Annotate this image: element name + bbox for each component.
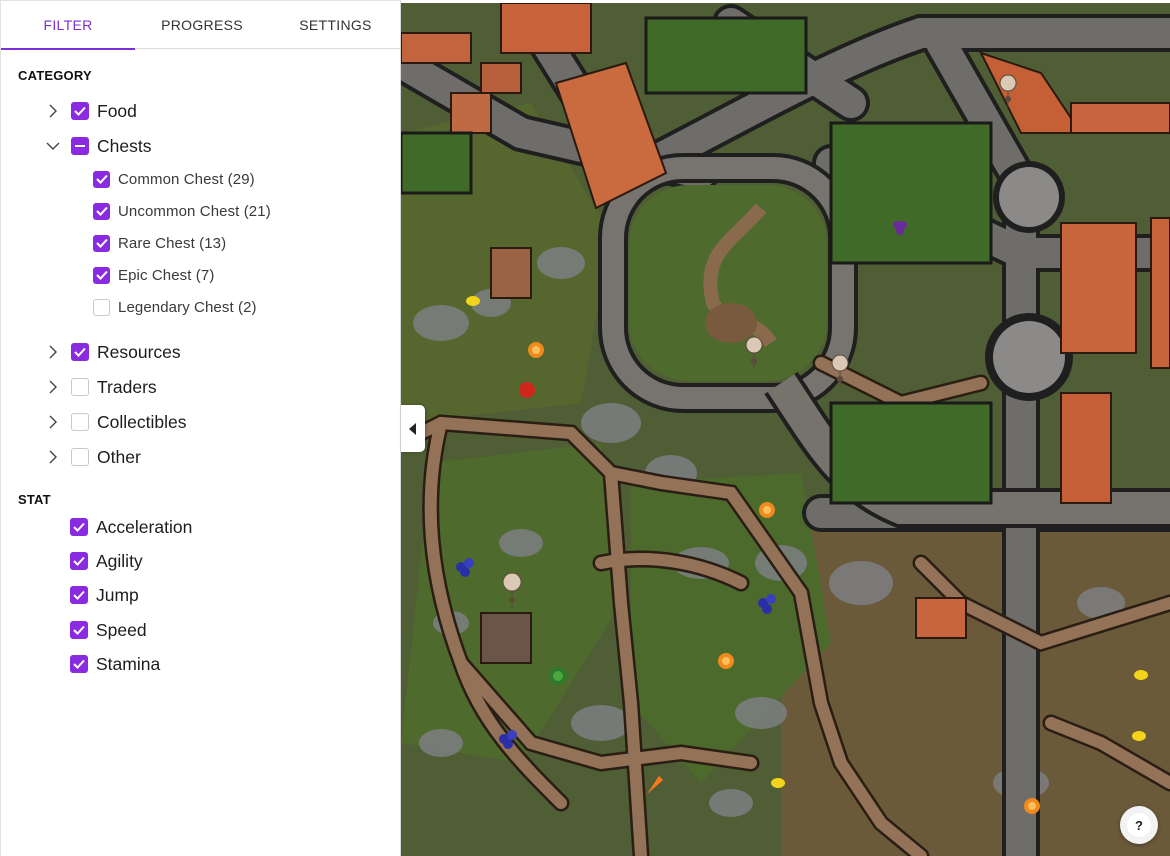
map-markers bbox=[456, 74, 1148, 814]
stat-agility[interactable]: Agility bbox=[70, 550, 143, 572]
pin-marker-icon[interactable] bbox=[502, 572, 522, 609]
checkbox-checked-icon[interactable] bbox=[70, 518, 88, 536]
stat-label: Speed bbox=[96, 619, 147, 640]
chevron-right-icon[interactable] bbox=[45, 103, 61, 119]
apple-marker-icon[interactable] bbox=[519, 382, 535, 398]
stat-label: Agility bbox=[96, 550, 143, 571]
orange-marker-icon[interactable] bbox=[528, 342, 544, 358]
help-icon: ? bbox=[1127, 813, 1151, 837]
checkbox-unchecked-icon[interactable] bbox=[71, 448, 89, 466]
pin-marker-icon[interactable] bbox=[831, 354, 849, 388]
stat-speed[interactable]: Speed bbox=[70, 619, 147, 641]
orange-marker-icon[interactable] bbox=[718, 653, 734, 669]
subcategory-legendary-chest[interactable]: Legendary Chest (2) bbox=[93, 297, 257, 317]
orange-marker-icon[interactable] bbox=[1024, 798, 1040, 814]
tab-progress[interactable]: PROGRESS bbox=[135, 1, 269, 49]
category-traders[interactable]: Traders bbox=[45, 376, 157, 398]
filter-panel: FILTER PROGRESS SETTINGS CATEGORY Food C… bbox=[0, 0, 402, 856]
subcategory-label: Epic Chest (7) bbox=[118, 266, 215, 284]
watermelon-marker-icon[interactable] bbox=[549, 667, 567, 685]
carrot-marker-icon[interactable] bbox=[647, 776, 663, 794]
chevron-right-icon[interactable] bbox=[45, 379, 61, 395]
stat-stamina[interactable]: Stamina bbox=[70, 653, 160, 675]
stat-label: Acceleration bbox=[96, 516, 193, 537]
blueberry-marker-icon[interactable] bbox=[758, 594, 776, 614]
stat-acceleration[interactable]: Acceleration bbox=[70, 516, 192, 538]
category-collectibles[interactable]: Collectibles bbox=[45, 411, 186, 433]
lemon-marker-icon[interactable] bbox=[466, 296, 480, 306]
category-heading: CATEGORY bbox=[18, 68, 92, 83]
lemon-marker-icon[interactable] bbox=[1134, 670, 1148, 680]
stat-label: Jump bbox=[96, 584, 139, 605]
subcategory-label: Rare Chest (13) bbox=[118, 234, 227, 252]
collapse-panel-button[interactable] bbox=[401, 405, 425, 452]
category-resources[interactable]: Resources bbox=[45, 341, 181, 363]
checkbox-checked-icon[interactable] bbox=[93, 202, 110, 220]
subcategory-common-chest[interactable]: Common Chest (29) bbox=[93, 169, 255, 189]
subcategory-label: Uncommon Chest (21) bbox=[118, 202, 271, 220]
pin-marker-icon[interactable] bbox=[999, 74, 1017, 108]
tab-settings[interactable]: SETTINGS bbox=[269, 1, 402, 49]
chevron-down-icon[interactable] bbox=[45, 138, 61, 154]
category-label: Traders bbox=[97, 376, 157, 397]
pin-marker-icon[interactable] bbox=[745, 336, 763, 370]
help-button[interactable]: ? bbox=[1120, 806, 1158, 844]
subcategory-label: Legendary Chest (2) bbox=[118, 298, 257, 316]
checkbox-checked-icon[interactable] bbox=[71, 102, 89, 120]
category-label: Other bbox=[97, 446, 141, 467]
checkbox-checked-icon[interactable] bbox=[70, 586, 88, 604]
category-label: Collectibles bbox=[97, 411, 187, 432]
caret-left-icon bbox=[409, 422, 416, 435]
category-label: Chests bbox=[97, 135, 152, 156]
grapes-marker-icon[interactable] bbox=[893, 221, 907, 235]
category-label: Food bbox=[97, 100, 137, 121]
checkbox-unchecked-icon[interactable] bbox=[93, 298, 110, 316]
orange-marker-icon[interactable] bbox=[759, 502, 775, 518]
checkbox-unchecked-icon[interactable] bbox=[71, 413, 89, 431]
category-other[interactable]: Other bbox=[45, 446, 141, 468]
subcategory-label: Common Chest (29) bbox=[118, 170, 255, 188]
stat-jump[interactable]: Jump bbox=[70, 584, 139, 606]
checkbox-unchecked-icon[interactable] bbox=[71, 378, 89, 396]
lemon-marker-icon[interactable] bbox=[1132, 731, 1146, 741]
lemon-marker-icon[interactable] bbox=[771, 778, 785, 788]
map-canvas[interactable] bbox=[401, 3, 1170, 856]
chevron-right-icon[interactable] bbox=[45, 414, 61, 430]
checkbox-checked-icon[interactable] bbox=[93, 170, 110, 188]
subcategory-uncommon-chest[interactable]: Uncommon Chest (21) bbox=[93, 201, 271, 221]
category-chests[interactable]: Chests bbox=[45, 135, 151, 157]
checkbox-checked-icon[interactable] bbox=[93, 266, 110, 284]
category-label: Resources bbox=[97, 341, 181, 362]
chevron-right-icon[interactable] bbox=[45, 449, 61, 465]
checkbox-checked-icon[interactable] bbox=[70, 621, 88, 639]
help-label: ? bbox=[1135, 817, 1143, 833]
subcategory-epic-chest[interactable]: Epic Chest (7) bbox=[93, 265, 214, 285]
checkbox-checked-icon[interactable] bbox=[70, 655, 88, 673]
blueberry-marker-icon[interactable] bbox=[499, 730, 517, 749]
stat-heading: STAT bbox=[18, 492, 51, 507]
subcategory-rare-chest[interactable]: Rare Chest (13) bbox=[93, 233, 226, 253]
category-food[interactable]: Food bbox=[45, 100, 137, 122]
tab-filter[interactable]: FILTER bbox=[1, 1, 135, 50]
checkbox-checked-icon[interactable] bbox=[71, 343, 89, 361]
checkbox-checked-icon[interactable] bbox=[93, 234, 110, 252]
stat-label: Stamina bbox=[96, 653, 161, 674]
checkbox-checked-icon[interactable] bbox=[70, 552, 88, 570]
chevron-right-icon[interactable] bbox=[45, 344, 61, 360]
checkbox-indeterminate-icon[interactable] bbox=[71, 137, 89, 155]
blueberry-marker-icon[interactable] bbox=[456, 558, 474, 577]
tab-bar: FILTER PROGRESS SETTINGS bbox=[1, 1, 402, 50]
